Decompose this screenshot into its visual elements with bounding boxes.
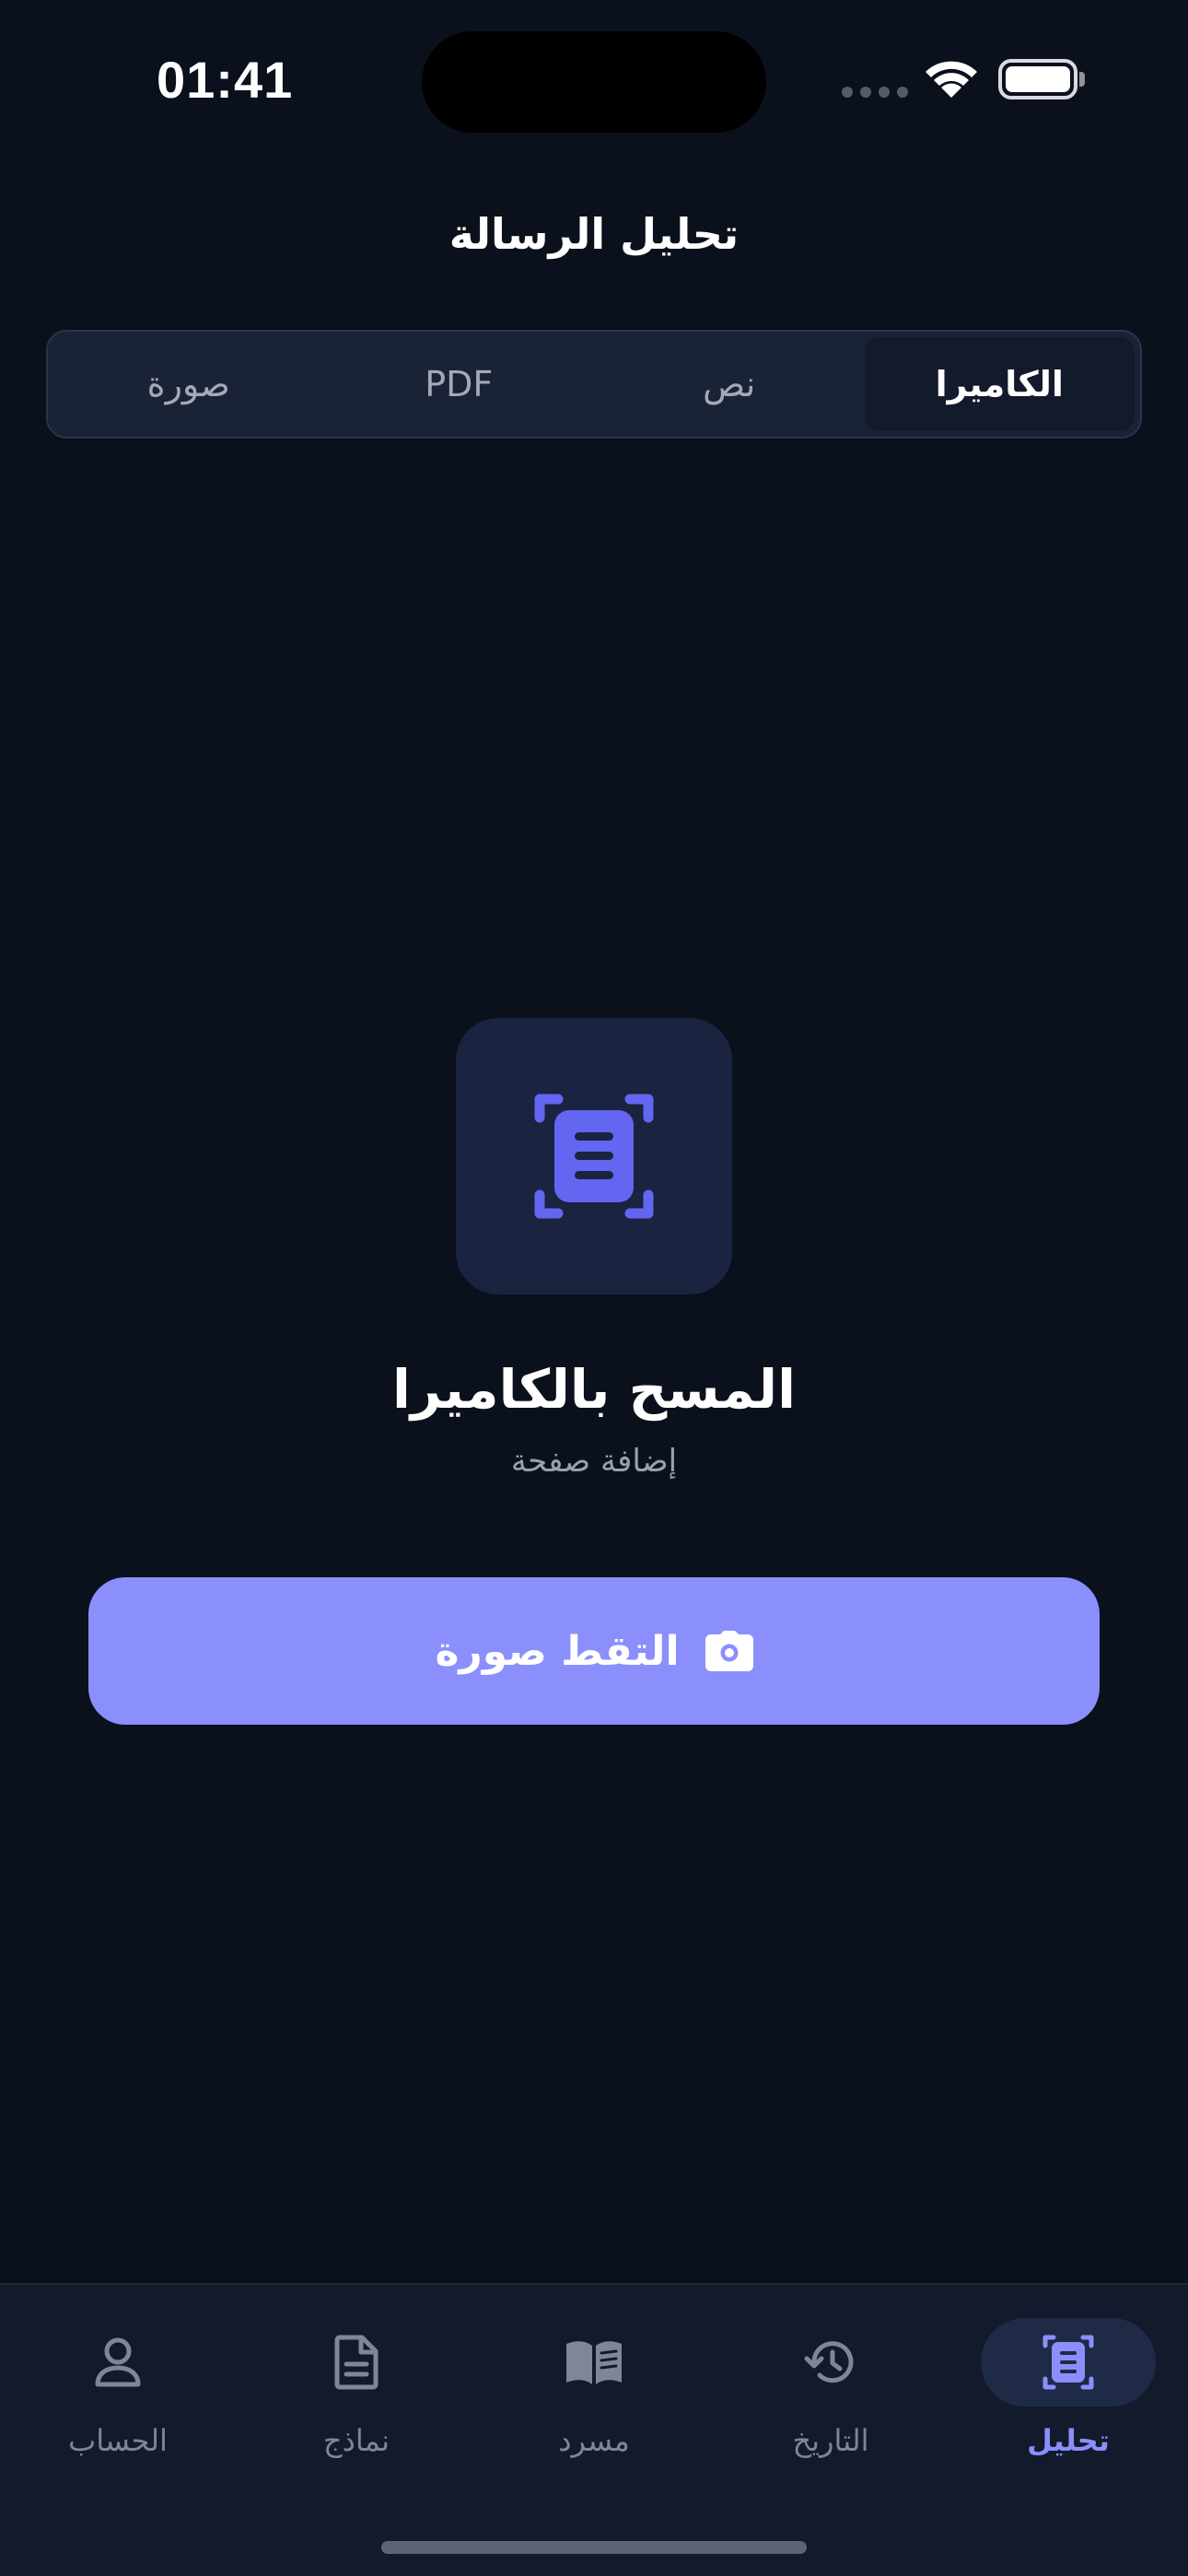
person-icon [95,2337,141,2387]
tab-templates[interactable]: نماذج [264,2318,448,2458]
scan-tile [456,1018,732,1294]
document-icon [334,2335,379,2390]
tab-analyze-label: تحليل [1027,2423,1110,2458]
cellular-signal-icon [842,87,908,98]
tab-account-label: الحساب [68,2423,168,2458]
open-book-icon [566,2341,622,2384]
capture-button-label: التقط صورة [435,1627,680,1675]
page-title: تحليل الرسالة [448,209,740,259]
status-time: 01:41 [157,51,294,109]
segment-camera[interactable]: الكاميرا [864,337,1135,431]
source-segmented-control: الكاميرا نص PDF صورة [46,330,1142,439]
document-scan-icon [1042,2335,1094,2390]
tab-glossary-icon-wrap [507,2318,681,2406]
battery-cap [1079,72,1085,87]
scan-subtitle: إضافة صفحة [510,1443,678,1480]
tab-history[interactable]: التاريخ [739,2318,923,2458]
history-icon [804,2341,854,2383]
segment-pdf[interactable]: PDF [324,337,595,431]
tab-history-icon-wrap [743,2318,918,2406]
document-scan-icon [534,1094,654,1219]
tab-glossary[interactable]: مسرد [502,2318,686,2458]
tab-history-label: التاريخ [792,2423,869,2458]
tab-templates-icon-wrap [269,2318,444,2406]
wifi-icon [921,55,982,105]
battery-icon [998,59,1077,100]
bottom-tab-bar: تحليل التاريخ مسرد نماذج الحساب [0,2283,1188,2576]
tab-analyze[interactable]: تحليل [976,2318,1160,2458]
capture-photo-button[interactable]: التقط صورة [88,1577,1100,1725]
tab-account-icon-wrap [30,2318,205,2406]
dynamic-island [422,31,766,133]
home-indicator [381,2541,807,2554]
tab-account[interactable]: الحساب [26,2318,210,2458]
camera-icon [705,1631,753,1671]
segment-image[interactable]: صورة [53,337,324,431]
segment-text[interactable]: نص [594,337,865,431]
tab-glossary-label: مسرد [558,2423,630,2458]
tab-templates-label: نماذج [322,2423,390,2458]
tab-analyze-icon-wrap [981,2318,1156,2406]
scan-title: المسح بالكاميرا [392,1358,796,1421]
